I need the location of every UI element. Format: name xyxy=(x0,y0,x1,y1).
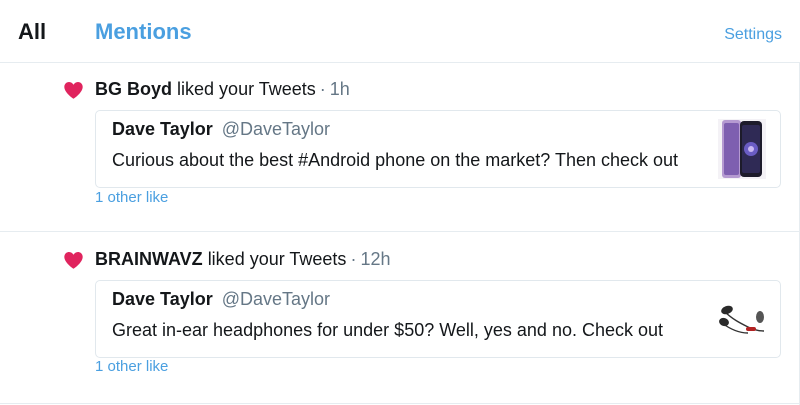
headphones-thumbnail-image xyxy=(718,289,766,349)
notification-action: liked your Tweets xyxy=(207,249,347,269)
settings-link[interactable]: Settings xyxy=(724,26,782,44)
separator: · xyxy=(319,79,326,99)
other-likes-link[interactable]: 1 other like xyxy=(95,358,168,375)
tab-all[interactable]: All xyxy=(18,19,46,45)
tweet-author: Dave Taylor @DaveTaylor xyxy=(112,289,330,310)
notification-item[interactable]: BG Boyd liked your Tweets · 1h Dave Taylor… xyxy=(0,63,800,232)
tweet-text: Curious about the best #Android phone on… xyxy=(112,150,679,170)
other-likes-link[interactable]: 1 other like xyxy=(95,189,168,206)
notifications-page: All Mentions Settings BG Boyd liked your… xyxy=(0,0,800,405)
phone-thumbnail-image xyxy=(718,119,766,179)
notification-time: 1h xyxy=(329,79,350,99)
notification-summary: BRAINWAVZ liked your Tweets · 12h xyxy=(95,249,390,270)
tweet-text: Great in-ear headphones for under $50? W… xyxy=(112,320,664,340)
notification-item[interactable]: BRAINWAVZ liked your Tweets · 12h Dave Tay… xyxy=(0,232,800,404)
separator: · xyxy=(350,249,357,269)
tweet-card[interactable]: Dave Taylor @DaveTaylor Great in-ear hea… xyxy=(95,280,781,358)
notification-summary: BG Boyd liked your Tweets · 1h xyxy=(95,79,350,100)
notification-action: liked your Tweets xyxy=(177,79,316,99)
heart-icon xyxy=(64,82,83,99)
tweet-author: Dave Taylor @DaveTaylor xyxy=(112,119,330,140)
tweet-author-name: Dave Taylor xyxy=(112,119,213,139)
heart-icon xyxy=(64,252,83,269)
tweet-author-name: Dave Taylor xyxy=(112,289,213,309)
actor-name[interactable]: BG Boyd xyxy=(95,79,172,99)
tweet-card[interactable]: Dave Taylor @DaveTaylor Curious about th… xyxy=(95,110,781,188)
actor-name[interactable]: BRAINWAVZ xyxy=(95,249,203,269)
tab-mentions[interactable]: Mentions xyxy=(95,19,192,45)
tweet-author-handle: @DaveTaylor xyxy=(221,119,331,139)
notifications-tabs: All Mentions Settings xyxy=(0,0,800,63)
tweet-author-handle: @DaveTaylor xyxy=(221,289,331,309)
notification-time: 12h xyxy=(360,249,391,269)
